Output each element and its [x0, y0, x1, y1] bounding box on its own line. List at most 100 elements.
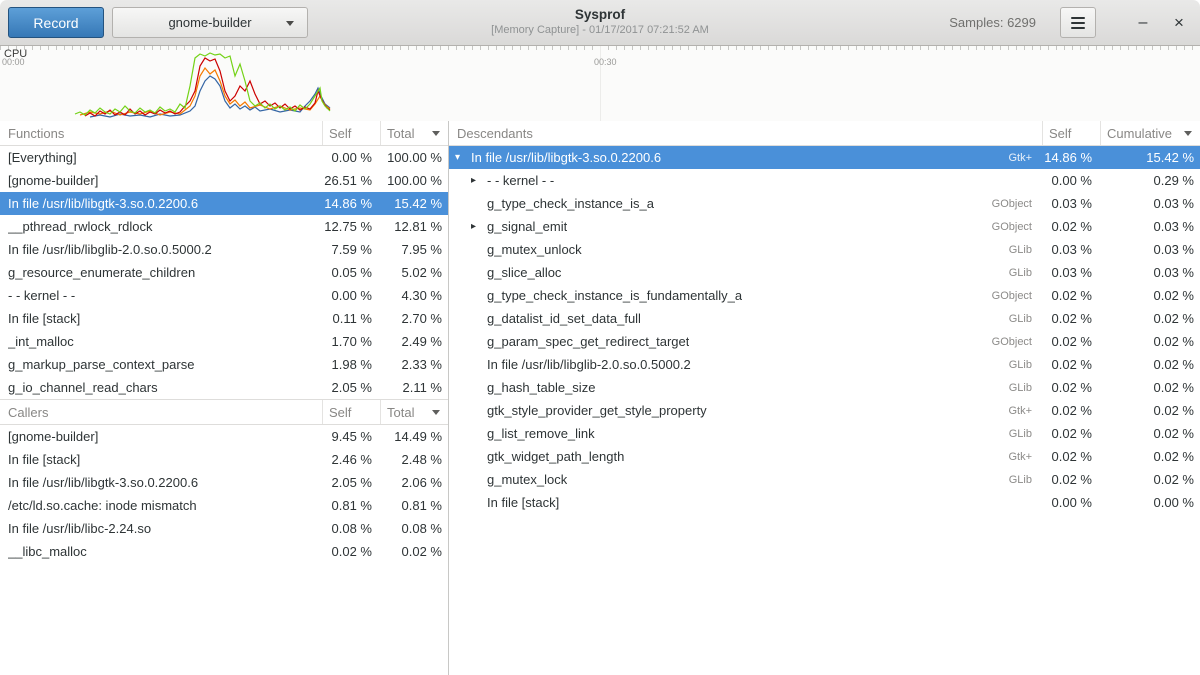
self-percent: 0.11 % — [322, 311, 380, 326]
table-row[interactable]: _int_malloc 1.70 % 2.49 % — [0, 330, 448, 353]
column-header-callers[interactable]: Callers — [0, 400, 322, 424]
table-row[interactable]: In file [stack] 0.11 % 2.70 % — [0, 307, 448, 330]
self-percent: 0.02 % — [1042, 219, 1100, 234]
table-row[interactable]: __pthread_rwlock_rdlock 12.75 % 12.81 % — [0, 215, 448, 238]
tree-row[interactable]: g_param_spec_get_redirect_target GObject… — [449, 330, 1200, 353]
self-percent: 0.00 % — [322, 150, 380, 165]
tree-row[interactable]: In file [stack] 0.00 % 0.00 % — [449, 491, 1200, 514]
table-row[interactable]: - - kernel - - 0.00 % 4.30 % — [0, 284, 448, 307]
table-row[interactable]: [gnome-builder] 9.45 % 14.49 % — [0, 425, 448, 448]
self-percent: 12.75 % — [322, 219, 380, 234]
self-percent: 0.05 % — [322, 265, 380, 280]
self-percent: 1.70 % — [322, 334, 380, 349]
capture-subtitle: [Memory Capture] - 01/17/2017 07:21:52 A… — [491, 23, 709, 37]
column-header-self[interactable]: Self — [322, 400, 380, 424]
library-tag: Gtk+ — [998, 152, 1042, 164]
cumulative-percent: 0.02 % — [1100, 472, 1200, 487]
column-header-total[interactable]: Total — [380, 121, 448, 145]
tree-row[interactable]: ▸ g_signal_emit GObject 0.02 % 0.03 % — [449, 215, 1200, 238]
table-row[interactable]: In file /usr/lib/libgtk-3.so.0.2200.6 2.… — [0, 471, 448, 494]
cumulative-percent: 0.02 % — [1100, 426, 1200, 441]
self-percent: 0.03 % — [1042, 242, 1100, 257]
table-row[interactable]: [gnome-builder] 26.51 % 100.00 % — [0, 169, 448, 192]
column-header-descendants[interactable]: Descendants — [449, 121, 1042, 145]
descendant-name: g_mutex_unlock — [487, 242, 582, 257]
tree-row[interactable]: ▸ - - kernel - - 0.00 % 0.29 % — [449, 169, 1200, 192]
library-tag: Gtk+ — [998, 405, 1042, 417]
sort-arrow-icon — [432, 131, 440, 136]
table-row[interactable]: [Everything] 0.00 % 100.00 % — [0, 146, 448, 169]
tree-row[interactable]: g_type_check_instance_is_fundamentally_a… — [449, 284, 1200, 307]
tree-row[interactable]: gtk_style_provider_get_style_property Gt… — [449, 399, 1200, 422]
left-pane-empty-space — [0, 563, 448, 675]
function-name: - - kernel - - — [8, 288, 75, 303]
cumulative-percent: 0.03 % — [1100, 219, 1200, 234]
descendant-name: gtk_widget_path_length — [487, 449, 624, 464]
expander-icon[interactable]: ▸ — [471, 221, 487, 232]
record-button[interactable]: Record — [8, 7, 104, 38]
close-button[interactable]: × — [1166, 10, 1192, 36]
functions-table-header: Functions Self Total — [0, 121, 448, 146]
cpu-timeline-graph[interactable]: CPU 00:00 00:30 — [0, 46, 1200, 121]
descendant-name: g_slice_alloc — [487, 265, 561, 280]
table-row[interactable]: /etc/ld.so.cache: inode mismatch 0.81 % … — [0, 494, 448, 517]
process-selector-dropdown[interactable]: gnome-builder — [112, 7, 308, 38]
column-header-functions[interactable]: Functions — [0, 121, 322, 145]
table-row[interactable]: In file [stack] 2.46 % 2.48 % — [0, 448, 448, 471]
total-percent: 2.06 % — [380, 475, 448, 490]
tree-row[interactable]: g_datalist_id_set_data_full GLib 0.02 % … — [449, 307, 1200, 330]
tree-row[interactable]: g_type_check_instance_is_a GObject 0.03 … — [449, 192, 1200, 215]
column-header-cumulative[interactable]: Cumulative — [1100, 121, 1200, 145]
tree-row[interactable]: ▾ In file /usr/lib/libgtk-3.so.0.2200.6 … — [449, 146, 1200, 169]
self-percent: 0.02 % — [1042, 311, 1100, 326]
caller-name: In file /usr/lib/libgtk-3.so.0.2200.6 — [8, 475, 198, 490]
table-row[interactable]: In file /usr/lib/libglib-2.0.so.0.5000.2… — [0, 238, 448, 261]
app-title: Sysprof — [491, 6, 709, 23]
caller-name: In file [stack] — [8, 452, 80, 467]
library-tag: Gtk+ — [998, 451, 1042, 463]
descendant-name: In file /usr/lib/libgtk-3.so.0.2200.6 — [471, 150, 661, 165]
total-percent: 0.02 % — [380, 544, 448, 559]
table-row[interactable]: __libc_malloc 0.02 % 0.02 % — [0, 540, 448, 563]
expander-icon[interactable]: ▾ — [455, 152, 471, 163]
library-tag: GLib — [999, 244, 1042, 256]
self-percent: 9.45 % — [322, 429, 380, 444]
self-percent: 7.59 % — [322, 242, 380, 257]
self-percent: 0.02 % — [1042, 472, 1100, 487]
tree-row[interactable]: g_mutex_unlock GLib 0.03 % 0.03 % — [449, 238, 1200, 261]
table-row[interactable]: In file /usr/lib/libgtk-3.so.0.2200.6 14… — [0, 192, 448, 215]
expander-icon[interactable]: ▸ — [471, 175, 487, 186]
menu-button[interactable] — [1060, 7, 1096, 38]
samples-count: Samples: 6299 — [949, 15, 1036, 30]
callers-table-header: Callers Self Total — [0, 400, 448, 425]
table-row[interactable]: In file /usr/lib/libc-2.24.so 0.08 % 0.0… — [0, 517, 448, 540]
total-percent: 15.42 % — [380, 196, 448, 211]
self-percent: 0.02 % — [1042, 357, 1100, 372]
function-name: _int_malloc — [8, 334, 74, 349]
table-row[interactable]: g_resource_enumerate_children 0.05 % 5.0… — [0, 261, 448, 284]
tree-row[interactable]: In file /usr/lib/libglib-2.0.so.0.5000.2… — [449, 353, 1200, 376]
descendants-table-header: Descendants Self Cumulative — [449, 121, 1200, 146]
tree-row[interactable]: gtk_widget_path_length Gtk+ 0.02 % 0.02 … — [449, 445, 1200, 468]
column-header-self[interactable]: Self — [322, 121, 380, 145]
self-percent: 0.00 % — [1042, 173, 1100, 188]
minimize-button[interactable]: – — [1130, 10, 1156, 36]
self-percent: 0.02 % — [322, 544, 380, 559]
self-percent: 0.08 % — [322, 521, 380, 536]
tree-row[interactable]: g_slice_alloc GLib 0.03 % 0.03 % — [449, 261, 1200, 284]
caller-name: /etc/ld.so.cache: inode mismatch — [8, 498, 197, 513]
left-pane: Functions Self Total [Everything] 0.00 %… — [0, 121, 449, 675]
library-tag: GLib — [999, 313, 1042, 325]
table-row[interactable]: g_io_channel_read_chars 2.05 % 2.11 % — [0, 376, 448, 399]
tree-row[interactable]: g_list_remove_link GLib 0.02 % 0.02 % — [449, 422, 1200, 445]
column-header-self[interactable]: Self — [1042, 121, 1100, 145]
cumulative-percent: 0.00 % — [1100, 495, 1200, 510]
column-header-total[interactable]: Total — [380, 400, 448, 424]
total-percent: 0.81 % — [380, 498, 448, 513]
cumulative-percent: 0.03 % — [1100, 242, 1200, 257]
tree-row[interactable]: g_hash_table_size GLib 0.02 % 0.02 % — [449, 376, 1200, 399]
tree-row[interactable]: g_mutex_lock GLib 0.02 % 0.02 % — [449, 468, 1200, 491]
callers-table: Callers Self Total [gnome-builder] 9.45 … — [0, 399, 448, 563]
self-percent: 14.86 % — [1042, 150, 1100, 165]
table-row[interactable]: g_markup_parse_context_parse 1.98 % 2.33… — [0, 353, 448, 376]
